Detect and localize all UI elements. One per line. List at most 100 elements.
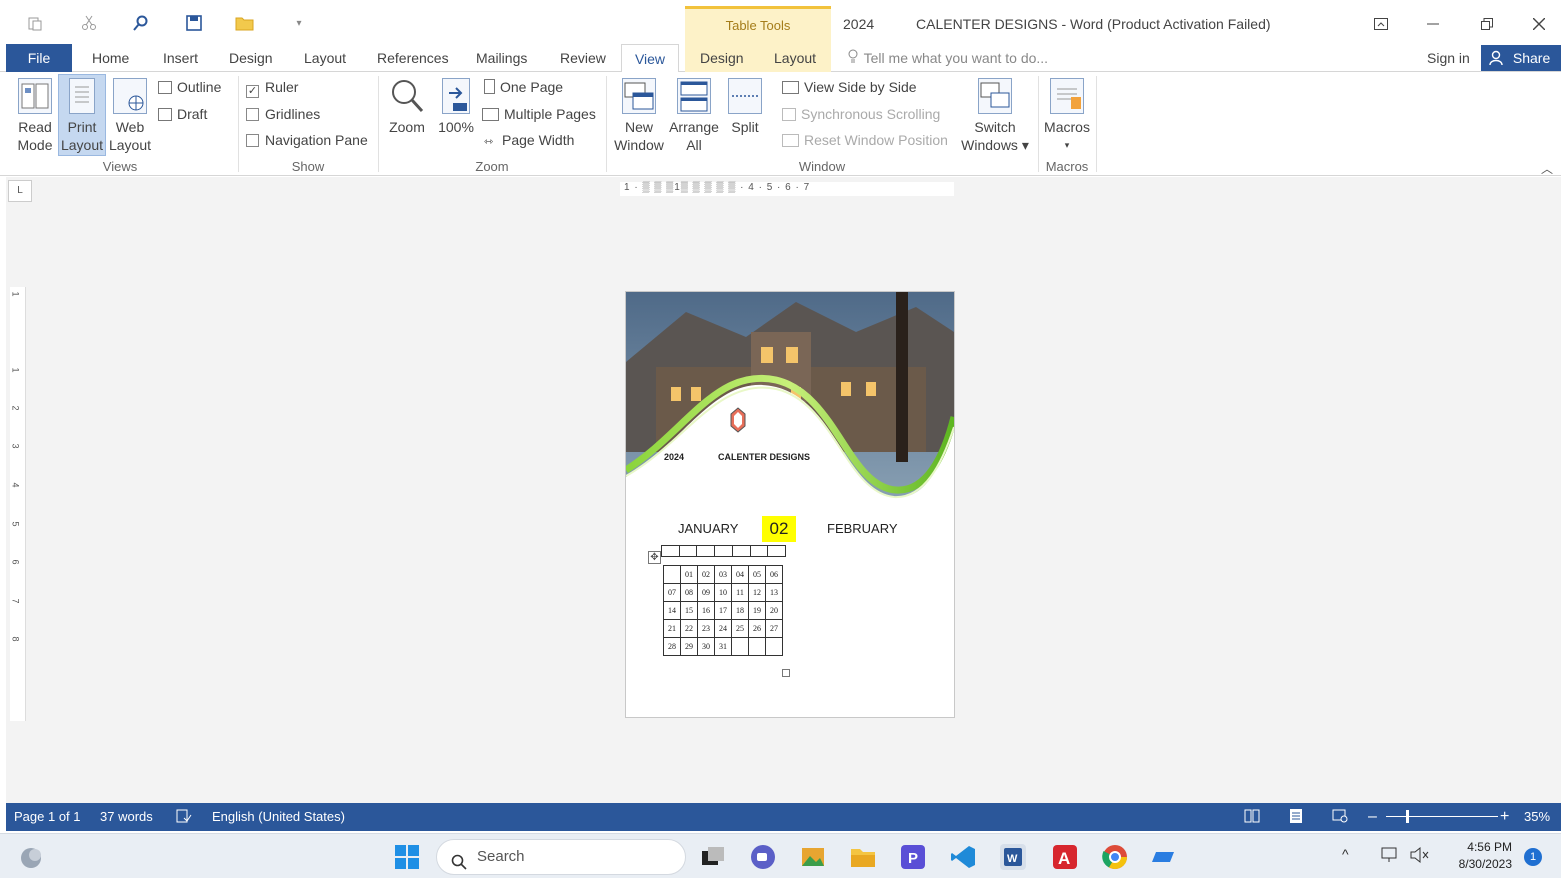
teams-icon[interactable] <box>750 844 776 870</box>
remote-icon[interactable] <box>1152 844 1178 870</box>
calendar-day-cell[interactable]: 23 <box>697 619 715 638</box>
tab-table-design[interactable]: Design <box>700 44 744 72</box>
calendar-day-cell[interactable]: 24 <box>714 619 732 638</box>
calendar-day-cell[interactable]: 28 <box>663 637 681 656</box>
calendar-day-cell[interactable]: 30 <box>697 637 715 656</box>
house-photo[interactable] <box>626 292 954 507</box>
customize-qat-icon[interactable]: ▾ <box>288 12 310 34</box>
macros-button[interactable]: Macros ▾ <box>1042 78 1092 154</box>
gridlines-checkbox[interactable]: Gridlines <box>246 103 320 125</box>
calendar-week-row[interactable]: 21 22 23 24 25 26 27 <box>663 619 783 638</box>
calendar-day-cell[interactable]: 15 <box>680 601 698 620</box>
calendar-day-cell[interactable]: 16 <box>697 601 715 620</box>
tab-file[interactable]: File <box>6 44 72 72</box>
calendar-day-cell[interactable]: 25 <box>731 619 749 638</box>
notification-badge[interactable]: 1 <box>1524 848 1542 866</box>
calendar-day-cell[interactable] <box>731 637 749 656</box>
calendar-day-cell[interactable]: 03 <box>714 565 732 584</box>
file-explorer-icon[interactable] <box>850 844 876 870</box>
publisher-icon[interactable]: P <box>900 844 926 870</box>
month-number-highlight[interactable]: 02 <box>762 516 796 542</box>
calendar-day-cell[interactable]: 01 <box>680 565 698 584</box>
macros-dropdown-icon[interactable]: ▾ <box>1042 136 1092 154</box>
calendar-week-row[interactable]: 14 15 16 17 18 19 20 <box>663 601 783 620</box>
calendar-year[interactable]: 2024 <box>664 452 684 462</box>
find-icon[interactable] <box>130 12 152 34</box>
word-icon[interactable]: W <box>1000 844 1026 870</box>
weekday-header-cell[interactable] <box>697 546 716 556</box>
month-name-right[interactable]: FEBRUARY <box>827 521 898 536</box>
restore-icon[interactable] <box>1472 12 1502 36</box>
minimize-icon[interactable] <box>1418 12 1448 36</box>
open-folder-icon[interactable] <box>234 12 256 34</box>
network-icon[interactable] <box>1380 844 1406 870</box>
calendar-day-cell[interactable]: 20 <box>765 601 783 620</box>
weekday-header-cell[interactable] <box>733 546 751 556</box>
zoom-level[interactable]: 35% <box>1524 803 1550 831</box>
tab-design[interactable]: Design <box>229 44 273 72</box>
table-move-handle-icon[interactable]: ✥ <box>648 551 661 564</box>
calendar-day-cell[interactable]: 02 <box>697 565 715 584</box>
tab-view[interactable]: View <box>621 44 679 73</box>
document-page[interactable]: 2024 CALENTER DESIGNS JANUARY 02 FEBRUAR… <box>625 291 955 718</box>
table-resize-handle[interactable] <box>782 669 790 677</box>
chrome-icon[interactable] <box>1102 844 1128 870</box>
share-button[interactable]: Share <box>1481 45 1561 71</box>
volume-icon[interactable] <box>1408 844 1434 870</box>
weekday-header-row[interactable] <box>661 545 786 557</box>
arrange-all-button[interactable]: Arrange All <box>668 78 720 154</box>
windows-start-icon[interactable] <box>394 844 420 870</box>
new-window-button[interactable]: New Window <box>612 78 666 154</box>
chevron-up-icon[interactable]: ^ <box>1342 846 1368 872</box>
weekday-header-cell[interactable] <box>662 546 680 556</box>
calendar-day-cell[interactable]: 31 <box>714 637 732 656</box>
photos-icon[interactable] <box>800 844 826 870</box>
calendar-day-cell[interactable]: 11 <box>731 583 749 602</box>
weather-icon[interactable] <box>18 844 44 870</box>
synchronous-scrolling-button[interactable]: Synchronous Scrolling <box>782 103 940 125</box>
print-layout-view-icon[interactable] <box>1288 803 1304 831</box>
weekday-header-cell[interactable] <box>715 546 733 556</box>
split-button[interactable]: Split <box>724 78 766 136</box>
multiple-pages-button[interactable]: Multiple Pages <box>482 103 596 125</box>
calendar-grid[interactable]: 01 02 03 04 05 06 07 08 09 10 11 12 13 14 15 16 17 18 19 20… <box>663 565 783 656</box>
collapse-ribbon-icon[interactable]: ︿ <box>1541 160 1553 177</box>
one-page-button[interactable]: One Page <box>484 76 563 98</box>
reset-window-position-button[interactable]: Reset Window Position <box>782 129 948 151</box>
calendar-day-cell[interactable]: 13 <box>765 583 783 602</box>
calendar-day-cell[interactable]: 14 <box>663 601 681 620</box>
switch-windows-button[interactable]: Switch Windows ▾ <box>958 78 1032 154</box>
sign-in-link[interactable]: Sign in <box>1427 44 1470 72</box>
task-view-icon[interactable] <box>700 844 726 870</box>
tab-insert[interactable]: Insert <box>163 44 198 72</box>
calendar-day-cell[interactable] <box>663 565 681 584</box>
tab-table-layout[interactable]: Layout <box>774 44 816 72</box>
proofing-icon[interactable] <box>176 803 192 831</box>
outline-button[interactable]: Outline <box>158 76 221 98</box>
tab-home[interactable]: Home <box>92 44 129 72</box>
calendar-day-cell[interactable] <box>765 637 783 656</box>
calendar-day-cell[interactable]: 27 <box>765 619 783 638</box>
ruler-checkbox[interactable]: ✓ Ruler <box>246 76 298 98</box>
tab-layout[interactable]: Layout <box>304 44 346 72</box>
calendar-day-cell[interactable]: 07 <box>663 583 681 602</box>
zoom-100-button[interactable]: 100% <box>436 78 476 136</box>
calendar-day-cell[interactable]: 10 <box>714 583 732 602</box>
zoom-in-icon[interactable]: + <box>1500 803 1509 831</box>
tab-review[interactable]: Review <box>560 44 606 72</box>
month-name-left[interactable]: JANUARY <box>678 521 738 536</box>
word-count[interactable]: 37 words <box>100 803 153 831</box>
taskbar-clock[interactable]: 4:56 PM 8/30/2023 <box>1440 839 1512 873</box>
print-layout-button[interactable]: Print Layout <box>60 78 104 154</box>
read-mode-button[interactable]: Read Mode <box>12 78 58 154</box>
vscode-icon[interactable] <box>950 844 976 870</box>
calendar-day-cell[interactable]: 06 <box>765 565 783 584</box>
weekday-header-cell[interactable] <box>768 546 785 556</box>
acrobat-icon[interactable]: A <box>1052 844 1078 870</box>
read-mode-view-icon[interactable] <box>1244 803 1260 831</box>
calendar-week-row[interactable]: 28 29 30 31 <box>663 637 783 656</box>
zoom-slider-thumb[interactable] <box>1406 810 1410 823</box>
calendar-day-cell[interactable]: 18 <box>731 601 749 620</box>
calendar-day-cell[interactable]: 29 <box>680 637 698 656</box>
calendar-day-cell[interactable]: 12 <box>748 583 766 602</box>
